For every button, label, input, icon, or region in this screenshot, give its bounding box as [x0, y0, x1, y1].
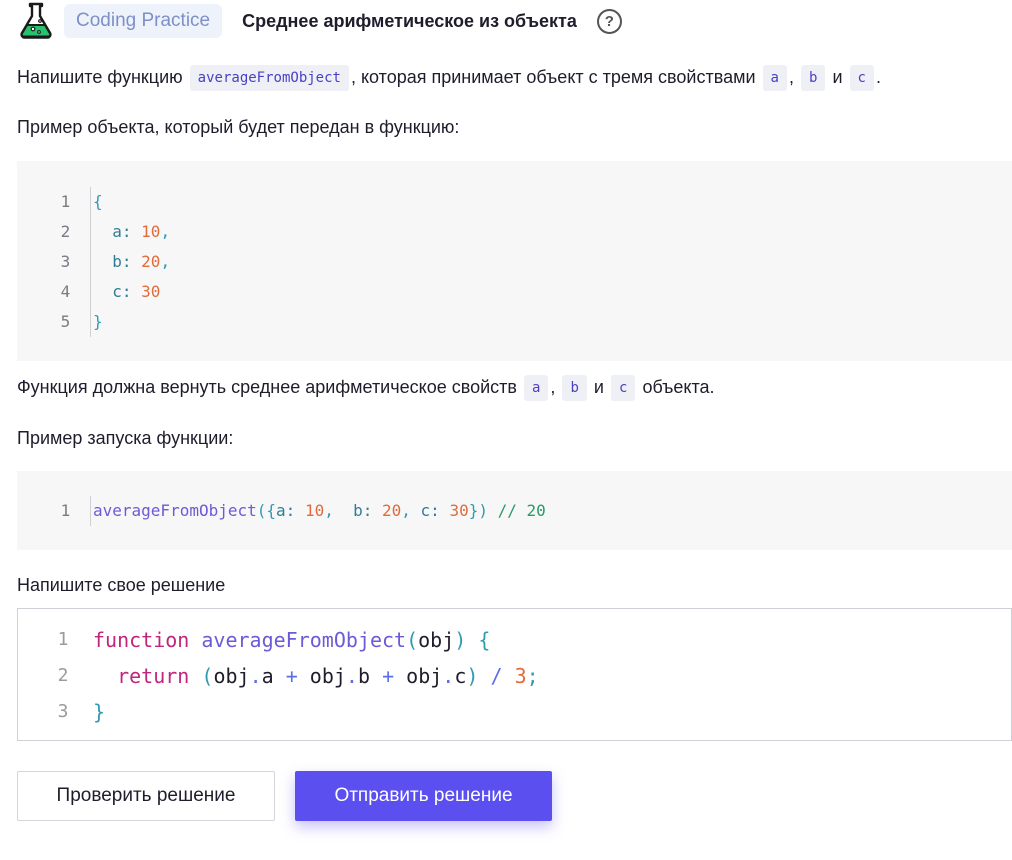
identifier: a	[261, 664, 274, 688]
semicolon: ;	[526, 664, 539, 688]
code-comment: // 20	[487, 501, 546, 520]
property-value: 10	[141, 222, 161, 241]
line-numbers: 1	[47, 496, 91, 526]
property-value: 30	[141, 282, 161, 301]
return-comma: ,	[550, 377, 556, 397]
example-object-label: Пример объекта, который будет передан в …	[17, 117, 460, 137]
keyword: return	[117, 664, 190, 688]
coding-practice-badge[interactable]: Coding Practice	[64, 4, 223, 38]
dot: .	[442, 664, 455, 688]
comma: ,	[160, 222, 171, 241]
dot: .	[249, 664, 262, 688]
intro-and: и	[832, 67, 843, 87]
line-number: 2	[60, 222, 71, 241]
code-line: averageFromObject({a: 10, b: 20, c: 30})…	[93, 496, 546, 526]
inline-code-c: c	[610, 375, 636, 401]
line-number: 3	[57, 701, 69, 722]
editor-line[interactable]: function averageFromObject(obj) {	[93, 622, 490, 658]
page-title: Среднее арифметическое из объекта	[242, 10, 577, 31]
inline-code-c: c	[849, 65, 874, 91]
keyword: function	[93, 628, 190, 652]
close-paren: })	[468, 501, 488, 520]
code-line: }	[93, 307, 170, 337]
property-value: 10	[304, 501, 325, 520]
paren: (	[201, 664, 214, 688]
line-number: 3	[60, 252, 71, 271]
run-example-code-block: 1 averageFromObject({a: 10, b: 20, c: 30…	[17, 471, 1012, 550]
property-key: b:	[353, 501, 373, 520]
property-value: 20	[141, 252, 161, 271]
code-line: c: 30	[93, 277, 170, 307]
comma: ,	[160, 252, 171, 271]
intro-end: .	[875, 67, 881, 87]
task-description: Напишите функцию averageFromObject, кото…	[17, 64, 881, 91]
separator: ,	[324, 501, 354, 520]
submit-solution-button[interactable]: Отправить решение	[295, 771, 552, 821]
object-example-code-block: 1 2 3 4 5 { a: 10, b: 20, c: 30 }	[17, 161, 1012, 361]
operator: +	[382, 664, 395, 688]
code-line: a: 10,	[93, 217, 170, 247]
inline-code-b: b	[562, 375, 587, 401]
line-numbers: 1 2 3 4 5	[47, 187, 91, 337]
identifier: c	[454, 664, 467, 688]
editor-line[interactable]: return (obj.a + obj.b + obj.c) / 3;	[93, 658, 539, 694]
paren: )	[454, 628, 467, 652]
close-brace: }	[93, 312, 103, 331]
help-icon[interactable]: ?	[596, 8, 622, 34]
property-value: 30	[449, 501, 469, 520]
code-line: b: 20,	[93, 247, 170, 277]
line-number: 2	[57, 665, 69, 686]
inline-code-b: b	[801, 65, 826, 91]
header: Coding Practice Среднее арифметическое и…	[16, 0, 622, 42]
return-description: Функция должна вернуть среднее арифметич…	[17, 374, 715, 401]
open-paren: ({	[256, 501, 277, 520]
function-name: averageFromObject	[201, 628, 407, 652]
property-key: a:	[276, 501, 296, 520]
line-number: 4	[60, 282, 71, 301]
inline-code-a: a	[523, 375, 549, 401]
line-number: 5	[60, 312, 71, 331]
operator: /	[490, 664, 503, 688]
function-call-name: averageFromObject	[93, 501, 257, 520]
paren: (	[406, 628, 419, 652]
property-key: b:	[112, 252, 132, 271]
code-editor[interactable]: 1 2 3 function averageFromObject(obj) { …	[17, 608, 1012, 741]
inline-code-a: a	[762, 65, 787, 91]
identifier: obj	[309, 664, 346, 688]
separator: ,	[401, 501, 421, 520]
number: 3	[514, 664, 527, 688]
property-value: 20	[382, 501, 402, 520]
intro-text-middle: , которая принимает объект с тремя свойс…	[350, 67, 756, 87]
inline-code-function-name: averageFromObject	[189, 65, 349, 91]
intro-text-before: Напишите функцию	[17, 67, 183, 87]
return-and: и	[593, 377, 604, 397]
return-text-before: Функция должна вернуть среднее арифметич…	[17, 377, 517, 397]
flask-icon	[20, 2, 52, 39]
line-number: 1	[57, 629, 69, 650]
operator: +	[285, 664, 298, 688]
return-text-after: объекта.	[642, 377, 715, 397]
property-key: c:	[112, 282, 132, 301]
intro-comma: ,	[788, 67, 794, 87]
brace: }	[93, 700, 106, 724]
run-example-label: Пример запуска функции:	[17, 428, 234, 448]
check-solution-button[interactable]: Проверить решение	[17, 771, 275, 821]
line-number: 1	[60, 192, 71, 211]
editor-line[interactable]: }	[93, 694, 105, 730]
identifier: obj	[406, 664, 443, 688]
identifier: b	[357, 664, 371, 688]
paren: )	[466, 664, 479, 688]
dot: .	[345, 664, 358, 688]
property-key: a:	[112, 222, 132, 241]
property-key: c:	[420, 501, 440, 520]
identifier: obj	[418, 628, 455, 652]
open-brace: {	[93, 192, 103, 211]
line-number: 1	[60, 501, 71, 520]
solution-label: Напишите свое решение	[17, 575, 226, 595]
code-line: {	[93, 187, 170, 217]
brace: {	[478, 628, 491, 652]
identifier: obj	[213, 664, 250, 688]
